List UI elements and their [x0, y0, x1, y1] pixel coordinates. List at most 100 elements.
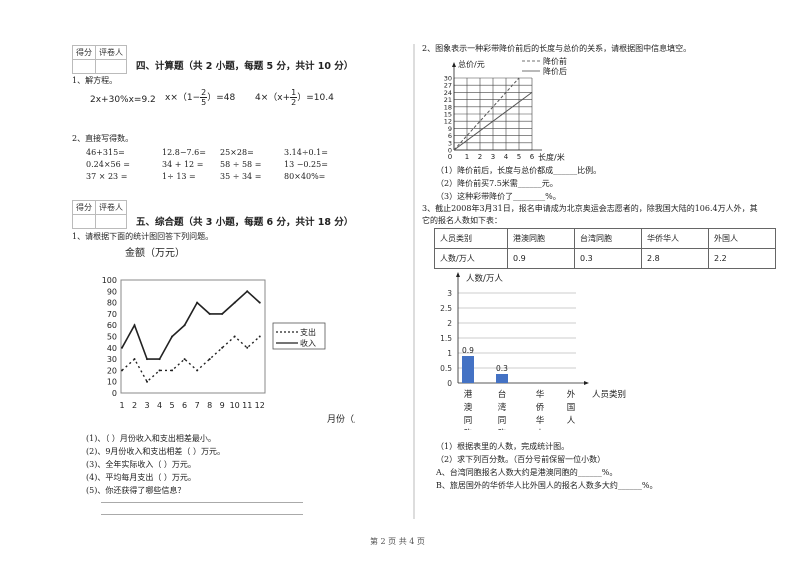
x-axis-label: 人员类别	[592, 389, 626, 400]
x-tick-label: 11	[242, 401, 252, 410]
series-line-支出	[121, 335, 261, 383]
s4-q2-label: 2、直接写得数。	[72, 134, 134, 143]
y-tick-label: 1.5	[440, 334, 452, 343]
data-point	[146, 358, 149, 361]
y-tick-label: 3	[448, 139, 452, 147]
s5-q1-questions: (1)、（ ）月份收入和支出相差最小。 (2)、9月份收入和支出相差（ ）万元。 (…	[86, 432, 225, 497]
s5-q2-label: 2、图象表示一种彩带降价前后的长度与总价的关系，请根据图中信息填空。	[422, 44, 692, 53]
x-axis-label: 长度/米	[538, 152, 565, 162]
y-tick-label: 0	[447, 379, 452, 388]
income-expense-chart: 金额（万元）01020304050607080901001 2 3 4 5 6 7 8 9 10 1…	[102, 246, 355, 425]
math-problem: 1÷ 13 =	[162, 172, 196, 181]
s5-q2-questions: （1）降价前后，长度与总价都成______比例。 （2）降价前买7.5米需____…	[436, 164, 601, 203]
x-category-label-char: 港	[464, 389, 473, 400]
y-tick-label: 60	[107, 321, 117, 330]
math-problem: 13 −0.25=	[284, 160, 328, 169]
score-label: 得分	[72, 200, 96, 215]
y-tick-label: 1	[447, 349, 452, 358]
data-point	[171, 369, 174, 372]
x-tick-label: 3	[491, 153, 495, 161]
question-item: (3)、全年实际收入（ ）万元。	[86, 460, 196, 469]
data-point	[233, 335, 236, 338]
x-tick-label: 10	[230, 401, 240, 410]
registration-table: 人员类别 港澳同胞 台湾同胞 华侨华人 外国人 人数/万人 0.9 0.3 2.8 2.2	[434, 228, 776, 269]
answer-line[interactable]	[101, 514, 303, 515]
y-tick-label: 0.5	[440, 364, 452, 373]
x-axis-label: 月份（月）	[327, 413, 355, 425]
x-axis-arrow	[584, 381, 589, 385]
data-point	[171, 335, 174, 338]
x-tick-label: 12	[255, 401, 265, 410]
grader-cell[interactable]	[95, 59, 127, 74]
y-tick-label: 80	[107, 299, 117, 308]
y-tick-label: 0	[112, 389, 117, 398]
y-tick-label: 3	[447, 289, 452, 298]
data-point	[258, 335, 261, 338]
s5-q3-questions: （1）根据表里的人数，完成统计图。 （2）求下列百分数。（百分号前保留一位小数） A…	[436, 440, 657, 492]
section5-title: 五、综合题（共 3 小题，每题 6 分，共计 18 分）	[136, 217, 354, 228]
x-category-label-char: 侨	[536, 402, 545, 413]
question-item: （1）降价前后，长度与总价都成______比例。	[436, 166, 602, 175]
y-tick-label: 70	[107, 310, 117, 319]
answer-line[interactable]	[101, 502, 303, 503]
y-tick-label: 100	[102, 276, 117, 285]
x-category-label-char: 澳	[464, 402, 473, 413]
table-cell: 人数/万人	[434, 248, 508, 269]
table-cell: 0.3	[574, 248, 642, 269]
y-tick-label: 6	[448, 132, 452, 140]
x-tick-label: 6	[530, 153, 535, 161]
chart-title: 金额（万元）	[125, 246, 185, 259]
y-tick-label: 21	[444, 96, 452, 104]
s5-q3-label-1: 3、截止2008年3月31日，报名申请成为北京奥运会志愿者的，除我国大陆的106…	[422, 204, 758, 213]
data-point	[196, 301, 199, 304]
x-tick-label: 9	[220, 401, 225, 410]
plot-frame	[120, 279, 266, 394]
table-header-cell: 华侨华人	[641, 228, 709, 249]
math-problem: 3.14÷0.1=	[284, 148, 328, 157]
data-point	[133, 324, 136, 327]
page-footer: 第 2 页 共 4 页	[370, 537, 425, 546]
y-tick-label: 12	[444, 118, 452, 126]
data-point	[221, 312, 224, 315]
x-category-label-char: 华	[536, 389, 545, 400]
table-header-cell: 外国人	[708, 228, 776, 249]
data-point	[208, 358, 211, 361]
question-item: A、台湾同胞报名人数大约是港澳同胞的______%。	[436, 468, 618, 477]
data-point	[158, 369, 161, 372]
x-tick-label: 1	[119, 401, 124, 410]
table-header-cell: 人员类别	[434, 228, 508, 249]
y-tick-label: 30	[107, 355, 117, 364]
x-tick-label: 1	[465, 153, 469, 161]
table-row: 人数/万人 0.9 0.3 2.8 2.2	[434, 248, 776, 269]
x-tick-label: 4	[504, 153, 509, 161]
x-category-label-char: 人	[536, 429, 545, 430]
y-tick-label: 20	[107, 366, 117, 375]
grader-label: 评卷人	[95, 200, 127, 215]
section4-title: 四、计算题（共 2 小题，每题 5 分，共计 10 分）	[136, 61, 354, 72]
column-divider	[413, 44, 415, 519]
legend-label: 降价前	[543, 56, 567, 66]
x-tick-label: 5	[517, 153, 521, 161]
y-tick-label: 24	[444, 89, 452, 97]
question-item: （3）这种彩带降价了________%。	[436, 192, 561, 201]
x-tick-label: 6	[182, 401, 187, 410]
data-point	[208, 312, 211, 315]
data-label: 0.3	[496, 364, 508, 373]
y-axis-arrow	[452, 62, 456, 67]
score-cell[interactable]	[72, 214, 96, 229]
x-category-label-char: 外	[567, 389, 576, 400]
grader-cell[interactable]	[95, 214, 127, 229]
y-tick-label: 9	[448, 125, 452, 133]
data-point	[246, 346, 249, 349]
math-problem: 0.24×56 =	[86, 160, 130, 169]
y-axis-label: 人数/万人	[466, 273, 503, 284]
data-point	[183, 324, 186, 327]
grader-label: 评卷人	[95, 45, 127, 60]
equation-3: 4×（x+ 1 2 ）=10.4	[255, 88, 334, 107]
table-header-cell: 港澳同胞	[507, 228, 575, 249]
table-cell: 2.8	[641, 248, 709, 269]
bar-港澳同胞	[462, 356, 474, 383]
series-line-收入	[121, 290, 261, 360]
score-cell[interactable]	[72, 59, 96, 74]
data-point	[146, 380, 149, 383]
